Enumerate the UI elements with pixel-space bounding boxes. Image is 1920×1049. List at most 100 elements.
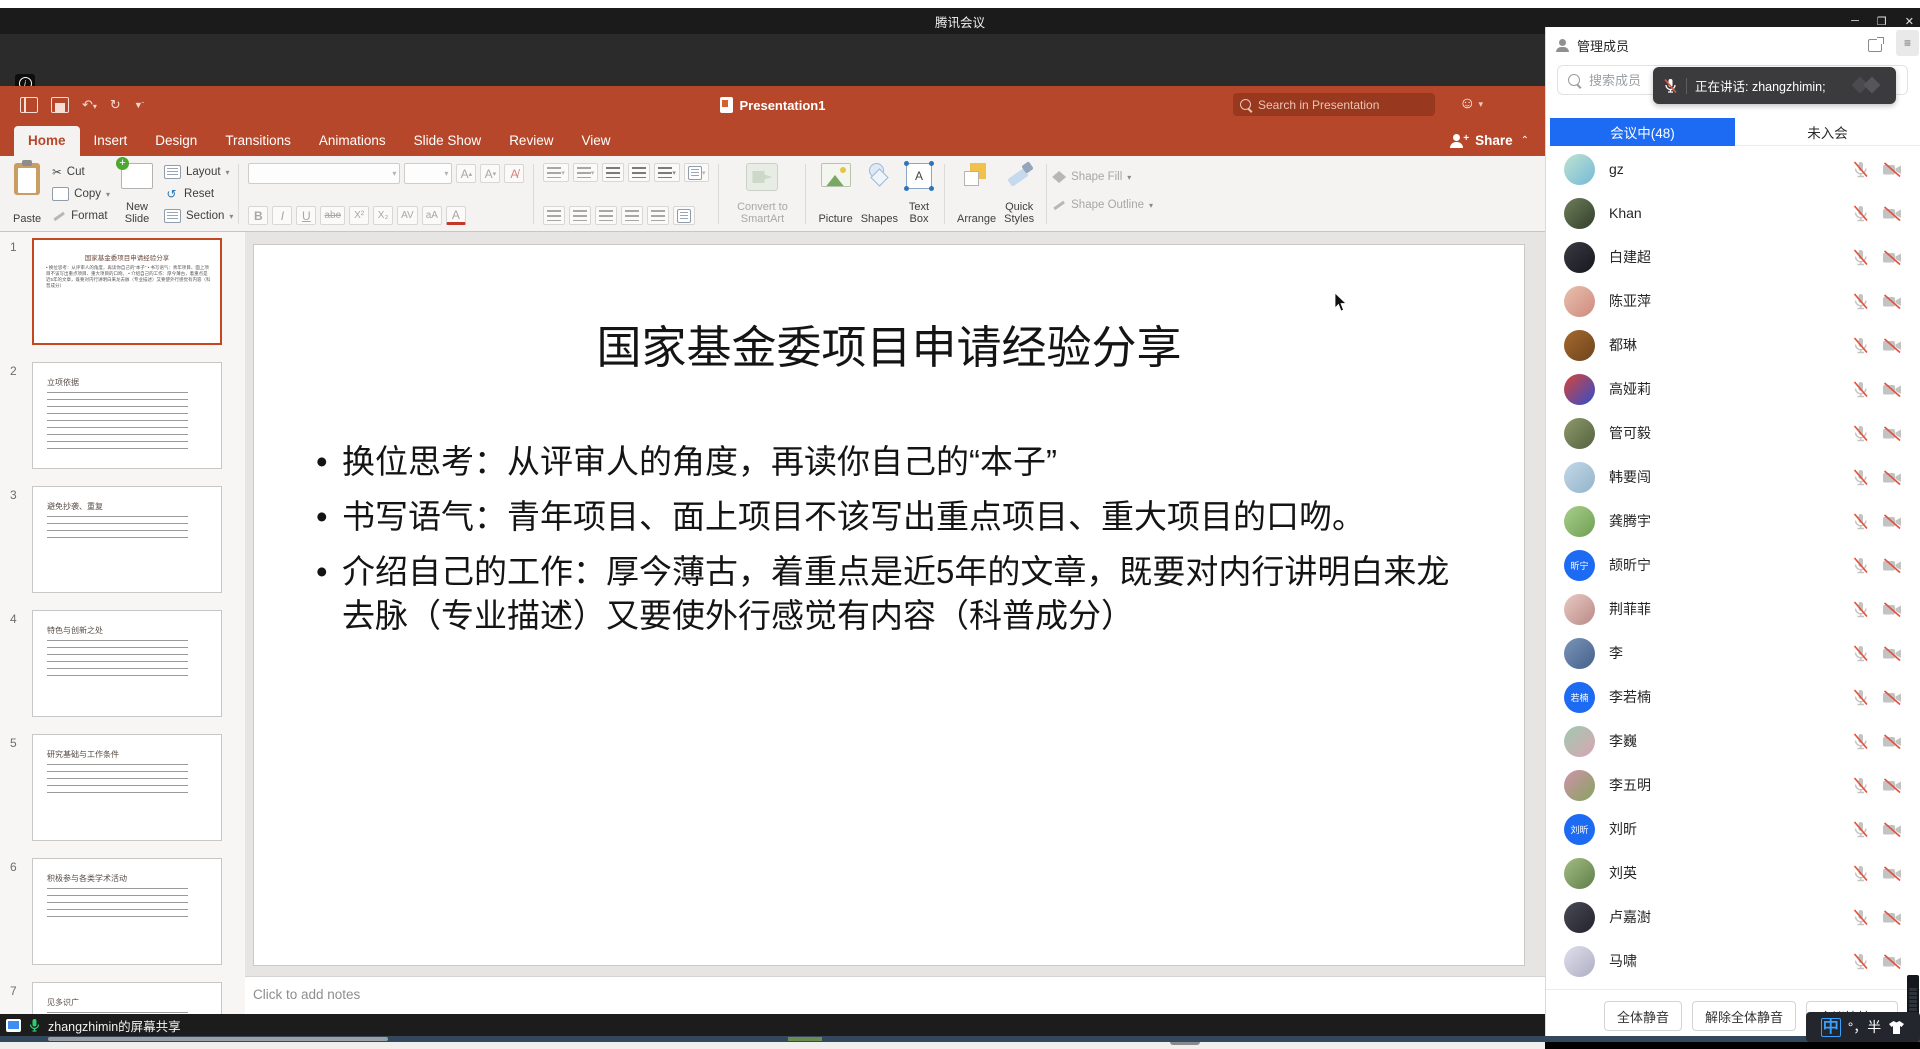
shape-outline-button[interactable]: Shape Outline▾ [1052,195,1153,215]
bullets-button[interactable]: ▾ [543,163,569,182]
mic-muted-icon[interactable] [1851,644,1870,663]
camera-off-icon[interactable] [1882,337,1903,354]
superscript-button[interactable]: X² [349,206,369,225]
slide-thumbnail[interactable]: 6 积极参与各类学术活动 [0,858,245,966]
numbering-button[interactable]: ▾ [573,163,599,182]
arrange-button[interactable]: Arrange [953,161,1000,227]
member-row[interactable]: 白建超 [1546,235,1920,279]
mic-muted-icon[interactable] [1851,556,1870,575]
tab-not-joined[interactable]: 未入会 [1735,118,1920,146]
convert-to-smartart-button[interactable]: Convert to SmartArt [727,161,797,227]
member-row[interactable]: 管可毅 [1546,411,1920,455]
camera-off-icon[interactable] [1882,909,1903,926]
popout-icon[interactable] [1868,39,1882,52]
camera-off-icon[interactable] [1882,865,1903,882]
presentation-search-input[interactable] [1256,97,1390,113]
strikethrough-button[interactable]: abe [320,206,345,225]
camera-off-icon[interactable] [1882,425,1903,442]
mic-muted-icon[interactable] [1851,336,1870,355]
ribbon-tab[interactable]: Design [141,126,211,156]
camera-off-icon[interactable] [1882,645,1903,662]
ribbon-tab[interactable]: Animations [305,126,400,156]
shape-fill-button[interactable]: Shape Fill▾ [1052,167,1153,187]
slide-thumbnail[interactable]: 1 国家基金委项目申请经验分享 • 换位思考：从评审人的角度，再读你自己的“本子… [0,238,245,346]
member-row[interactable]: 刘昕 刘昕 [1546,807,1920,851]
ribbon-tab[interactable]: Insert [80,126,142,156]
collapse-ribbon-icon[interactable]: ⌃ [1521,135,1529,146]
character-spacing-button[interactable]: AV [397,206,418,225]
columns-button[interactable]: ▾ [684,163,710,182]
ime-skin-icon[interactable] [1888,1020,1905,1035]
mic-muted-icon[interactable] [1851,380,1870,399]
decrease-indent-button[interactable] [602,163,624,182]
italic-button[interactable]: I [272,206,292,225]
share-button[interactable]: + Share ⌃ [1450,124,1529,156]
mic-muted-icon[interactable] [1851,248,1870,267]
ribbon-tab[interactable]: Slide Show [400,126,496,156]
mic-muted-icon[interactable] [1851,908,1870,927]
member-row[interactable]: gz [1546,147,1920,191]
camera-off-icon[interactable] [1882,381,1903,398]
member-row[interactable]: 荆菲菲 [1546,587,1920,631]
text-direction-button[interactable] [647,206,669,225]
align-right-button[interactable] [595,206,617,225]
mic-muted-icon[interactable] [1851,512,1870,531]
ribbon-tab[interactable]: Review [495,126,567,156]
camera-off-icon[interactable] [1882,205,1903,222]
line-spacing-button[interactable]: ▾ [654,163,680,182]
camera-off-icon[interactable] [1882,953,1903,970]
copy-button[interactable]: Copy▾ [52,184,110,204]
camera-off-icon[interactable] [1882,777,1903,794]
slide-thumbnail[interactable]: 4 特色与创新之处 [0,610,245,718]
ime-toolbar[interactable]: 中 °，半 [1806,1012,1920,1042]
ribbon-tab[interactable]: Transitions [211,126,305,156]
tab-in-meeting[interactable]: 会议中(48) [1550,118,1735,146]
ime-mode-text[interactable]: °，半 [1848,1017,1882,1037]
shapes-button[interactable]: Shapes [857,161,902,227]
camera-off-icon[interactable] [1882,733,1903,750]
member-row[interactable]: 李巍 [1546,719,1920,763]
grow-font-button[interactable]: A▴ [456,164,476,183]
picture-button[interactable]: Picture [814,161,856,227]
mic-muted-icon[interactable] [1851,864,1870,883]
ime-language-icon[interactable]: 中 [1821,1018,1841,1037]
member-list[interactable]: gz Khan [1546,147,1920,989]
panel-menu-icon[interactable]: ≡ [1896,30,1919,56]
mic-muted-icon[interactable] [1851,952,1870,971]
mic-muted-icon[interactable] [1851,688,1870,707]
notes-pane[interactable]: Click to add notes [245,976,1545,1019]
layout-button[interactable]: Layout▾ [164,162,233,182]
slide-body[interactable]: 换位思考：从评审人的角度，再读你自己的“本子” 书写语气：青年项目、面上项目不该… [316,440,1464,638]
camera-off-icon[interactable] [1882,557,1903,574]
align-center-button[interactable] [569,206,591,225]
close-icon[interactable]: ✕ [1905,15,1914,28]
quick-styles-button[interactable]: Quick Styles [1000,161,1038,227]
camera-off-icon[interactable] [1882,821,1903,838]
camera-off-icon[interactable] [1882,249,1903,266]
camera-off-icon[interactable] [1882,293,1903,310]
slide-thumbnail[interactable]: 2 立项依据 [0,362,245,470]
mic-muted-icon[interactable] [1851,424,1870,443]
member-row[interactable]: 都琳 [1546,323,1920,367]
unmute-all-button[interactable]: 解除全体静音 [1692,1001,1796,1031]
font-name-select[interactable]: ▾ [248,163,400,184]
feedback-smiley-icon[interactable]: ☺▾ [1459,95,1483,113]
ribbon-tab[interactable]: Home [14,126,80,156]
undo-icon[interactable]: ↶▾ [82,97,97,113]
member-row[interactable]: 李五明 [1546,763,1920,807]
member-row[interactable]: 韩要闯 [1546,455,1920,499]
mic-muted-icon[interactable] [1851,776,1870,795]
sidebar-toggle-icon[interactable] [20,97,38,113]
member-row[interactable]: 卢嘉澍 [1546,895,1920,939]
reset-button[interactable]: ↺Reset [164,184,233,204]
customize-toolbar-icon[interactable]: ▼̄ [134,100,143,110]
justify-button[interactable] [621,206,643,225]
mic-muted-icon[interactable] [1851,468,1870,487]
maximize-icon[interactable]: ❒ [1877,15,1887,28]
member-row[interactable]: 李 [1546,631,1920,675]
member-row[interactable]: Khan [1546,191,1920,235]
member-row[interactable]: 马啸 [1546,939,1920,983]
member-row[interactable]: 若楠 李若楠 [1546,675,1920,719]
member-row[interactable]: 高娅莉 [1546,367,1920,411]
mic-muted-icon[interactable] [1851,204,1870,223]
